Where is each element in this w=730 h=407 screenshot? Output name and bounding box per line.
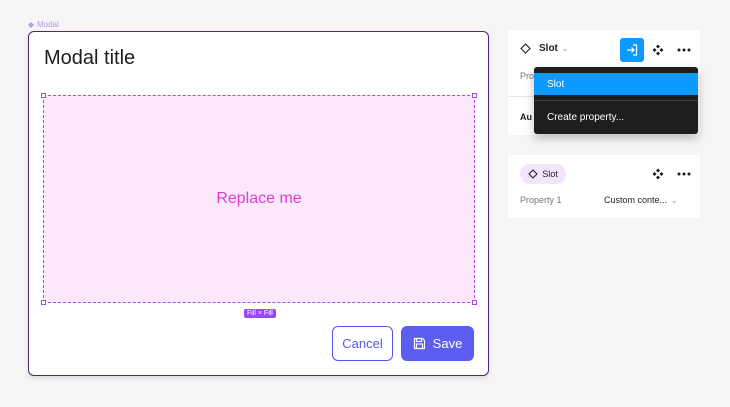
more-dots-icon <box>677 172 691 176</box>
arrow-into-icon <box>627 44 638 56</box>
save-button-label: Save <box>432 336 463 351</box>
modal-title: Modal title <box>44 47 136 69</box>
apply-slot-button[interactable] <box>620 38 644 62</box>
property-label-partial: Pro <box>520 71 535 81</box>
cancel-button[interactable]: Cancel <box>332 326 393 361</box>
component-icon <box>28 21 34 28</box>
instance-button[interactable] <box>646 38 670 62</box>
component-selector[interactable]: Slot ⌄ <box>520 43 569 54</box>
instance-properties-panel: Slot Property 1 Custom conte... ⌄ <box>508 155 700 218</box>
component-name: Slot <box>539 43 558 54</box>
slot-dropdown-menu: Slot Create property... <box>534 67 698 134</box>
dropdown-divider <box>534 100 698 101</box>
slot-pill[interactable]: Slot <box>520 164 566 184</box>
modal-frame[interactable]: Modal title Replace me Fill × Fill Cance… <box>28 31 489 376</box>
more-dots-icon <box>677 48 691 52</box>
four-diamonds-icon <box>652 44 664 56</box>
diamond-icon <box>528 169 538 179</box>
resize-handle-top-left[interactable] <box>41 93 46 98</box>
dropdown-item-slot[interactable]: Slot <box>534 73 698 95</box>
property-value-select[interactable]: Custom conte... ⌄ <box>604 195 678 205</box>
four-diamonds-icon <box>652 168 664 180</box>
property-label: Property 1 <box>520 195 562 205</box>
more-options-button[interactable] <box>672 38 696 62</box>
save-button[interactable]: Save <box>401 326 474 361</box>
size-badge: Fill × Fill <box>244 309 276 318</box>
slot-placeholder-text: Replace me <box>216 190 302 207</box>
resize-handle-top-right[interactable] <box>472 93 477 98</box>
section-label-partial: Au <box>520 112 532 122</box>
instance-button[interactable] <box>646 162 670 186</box>
resize-handle-bottom-right[interactable] <box>472 300 477 305</box>
chevron-down-icon: ⌄ <box>671 195 678 205</box>
chevron-down-icon: ⌄ <box>561 44 569 53</box>
resize-handle-bottom-left[interactable] <box>41 300 46 305</box>
more-options-button[interactable] <box>672 162 696 186</box>
frame-label-text: Modal <box>37 20 59 29</box>
floppy-disk-icon <box>413 337 425 350</box>
slot-pill-label: Slot <box>542 169 558 179</box>
diamond-icon <box>520 43 531 54</box>
dropdown-item-create-property[interactable]: Create property... <box>534 106 698 128</box>
property-value: Custom conte... <box>604 195 668 205</box>
slot-placeholder[interactable]: Replace me <box>41 93 477 305</box>
frame-label[interactable]: Modal <box>28 20 59 29</box>
